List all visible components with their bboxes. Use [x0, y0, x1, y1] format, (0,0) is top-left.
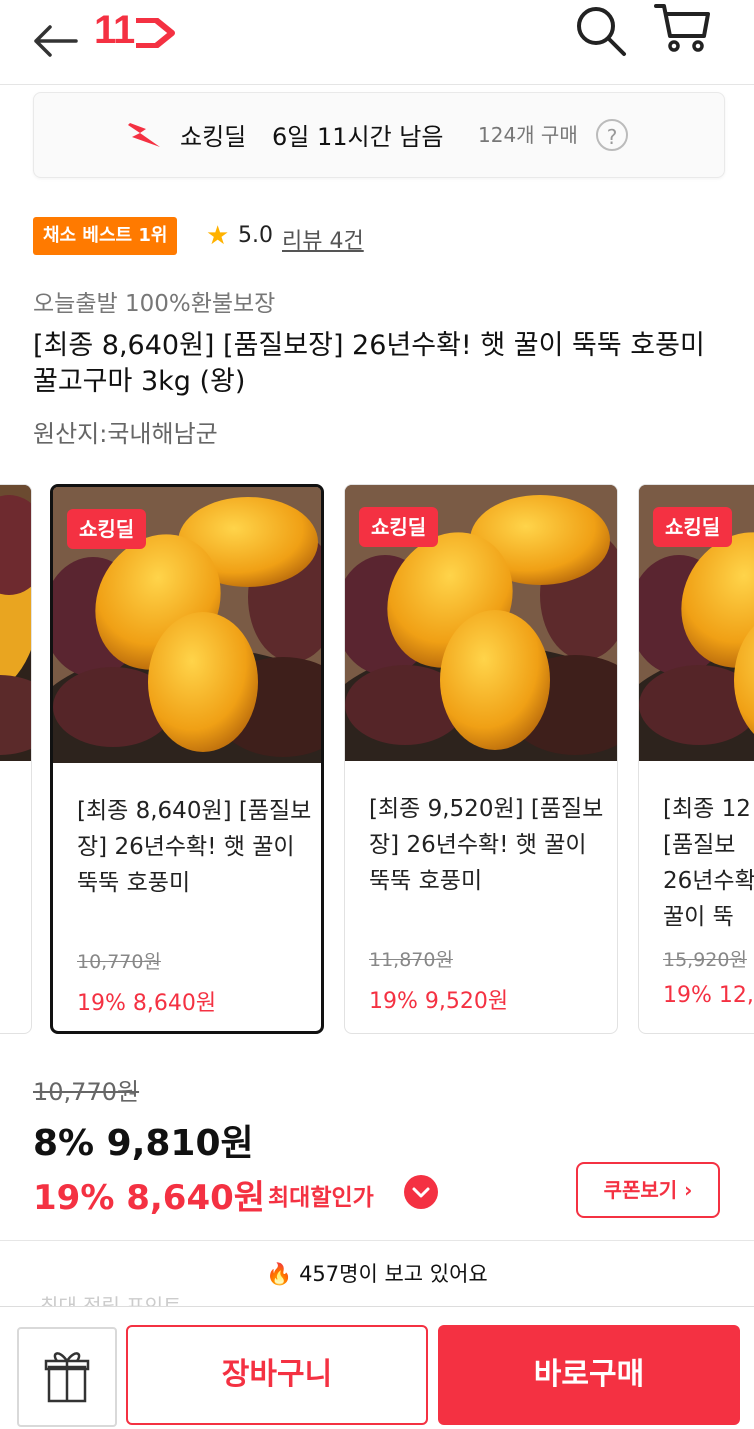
deal-label: 쇼킹딜 — [180, 123, 247, 151]
site-logo[interactable]: 11 — [94, 8, 176, 52]
max-discount-label[interactable]: 최대할인가 — [268, 1178, 374, 1212]
help-icon[interactable]: ? — [596, 119, 628, 151]
chevron-down-icon[interactable] — [404, 1175, 438, 1209]
best-badge: 채소 베스트 1위 — [33, 217, 178, 255]
option-card[interactable]: 쇼킹딜 [최종 9,520원] [품질보장] 26년수확! 햇 꿀이 뚝뚝 호풍… — [344, 484, 618, 1034]
option-card-selected[interactable]: 쇼킹딜 [최종 8,640원] [품질보장] 26년수확! 햇 꿀이 뚝뚝 호풍… — [50, 484, 324, 1034]
option-original-price: 15,920원 — [663, 949, 747, 971]
rating-score: 5.0 — [238, 223, 273, 248]
option-name: [최종 9,520원] [품질보장] 26년수확! 햇 꿀이 뚝뚝 호풍미 — [369, 796, 604, 894]
divider — [0, 1240, 754, 1241]
option-sale-price: 19% 8,640원 — [77, 991, 217, 1016]
gift-button[interactable] — [17, 1327, 117, 1427]
option-sale-price: 19% 12, — [663, 983, 754, 1008]
deal-time-remaining: 6일 11시간 남음 — [272, 123, 444, 151]
cart-icon[interactable] — [652, 0, 712, 56]
gift-icon — [44, 1352, 90, 1403]
option-sale-price: 19% 9,520원 — [369, 989, 509, 1014]
shocking-deal-icon — [128, 123, 160, 147]
max-discount-price: 19% 8,640원 — [33, 1178, 266, 1218]
shocking-deal-banner[interactable]: 쇼킹딜 6일 11시간 남음 124개 구매 ? — [33, 92, 725, 178]
coupon-button[interactable]: 쿠폰보기 › — [576, 1162, 720, 1218]
original-price: 10,770원 — [33, 1078, 140, 1106]
top-header: 11 — [0, 0, 754, 85]
option-carousel[interactable]: 쇼킹딜 [최종 8,640원] [품질보장] 26년수확! 햇 꿀이 뚝뚝 호풍… — [0, 484, 754, 1038]
shocking-deal-tag: 쇼킹딜 — [653, 507, 733, 547]
option-card[interactable]: 쇼킹딜 [최종 12 [품질보 26년수확 꿀이 뚝 15,920원 19% 1… — [638, 484, 754, 1034]
coupon-button-label: 쿠폰보기 — [603, 1178, 678, 1202]
product-image — [0, 485, 31, 761]
current-price: 8% 9,810원 — [33, 1123, 254, 1164]
arrow-left-icon[interactable] — [28, 14, 82, 68]
deal-purchase-count: 124개 구매 — [478, 123, 578, 147]
option-name-line: 26년수확 — [663, 868, 754, 894]
logo-text: 11 — [94, 8, 135, 52]
option-original-price: 10,770원 — [77, 951, 161, 973]
bottom-action-bar: 장바구니 바로구매 — [0, 1306, 754, 1429]
add-to-cart-button[interactable]: 장바구니 — [126, 1325, 428, 1425]
option-name: [최종 12 [품질보 26년수확 꿀이 뚝 — [663, 791, 754, 935]
shocking-deal-tag: 쇼킹딜 — [67, 509, 147, 549]
option-name-line: 꿀이 뚝 — [663, 904, 734, 930]
option-original-price: 11,870원 — [369, 949, 453, 971]
product-title: [최종 8,640원] [품질보장] 26년수확! 햇 꿀이 뚝뚝 호풍미 꿀고… — [33, 330, 705, 397]
live-viewers: 🔥 457명이 보고 있어요 — [266, 1262, 488, 1286]
buy-now-button[interactable]: 바로구매 — [438, 1325, 740, 1425]
search-icon[interactable] — [574, 4, 628, 58]
option-name-line: [최종 12 — [663, 796, 751, 822]
delivery-promo: 오늘출발 100%환불보장 — [33, 291, 276, 317]
product-origin: 원산지:국내해남군 — [33, 420, 218, 448]
option-card[interactable] — [0, 484, 32, 1034]
star-icon: ★ — [206, 221, 230, 251]
chevron-right-icon: › — [684, 1178, 693, 1202]
option-name-line: [품질보 — [663, 832, 736, 858]
shocking-deal-tag: 쇼킹딜 — [359, 507, 439, 547]
option-name: [최종 8,640원] [품질보장] 26년수확! 햇 꿀이 뚝뚝 호풍미 — [77, 798, 312, 896]
logo-mark-icon — [136, 18, 176, 48]
review-link[interactable]: 리뷰 4건 — [282, 223, 364, 255]
